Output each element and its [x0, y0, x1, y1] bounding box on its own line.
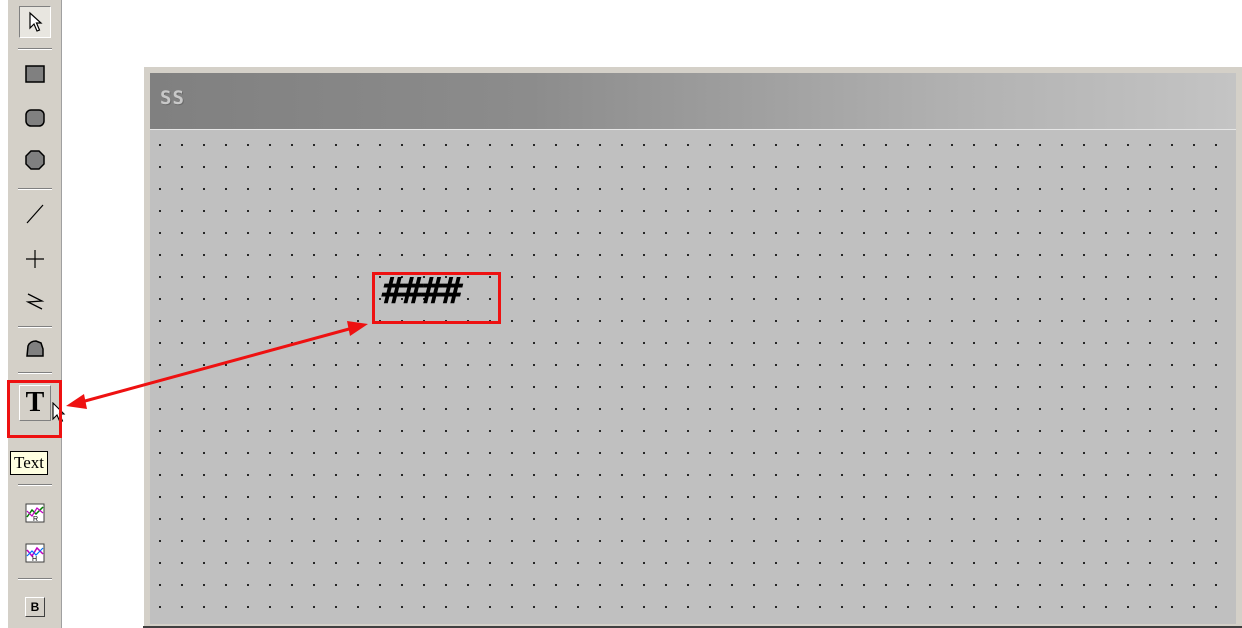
pointer-tool-button[interactable]	[19, 6, 51, 38]
toolbar-separator	[18, 484, 52, 486]
tool-palette: T R H B	[8, 0, 66, 628]
toolbar-separator	[18, 372, 52, 374]
trend-h-tool-button[interactable]: H	[19, 537, 51, 569]
toolbar-separator	[18, 326, 52, 328]
mouse-cursor-icon	[52, 401, 66, 428]
toolbar-separator	[18, 188, 52, 190]
text-tool-button[interactable]: T	[19, 385, 51, 421]
rectangle-icon	[24, 63, 46, 85]
svg-text:R: R	[33, 516, 38, 523]
trend-r-icon: R	[24, 502, 46, 524]
svg-text:H: H	[32, 556, 37, 563]
text-object[interactable]: ####	[382, 274, 463, 310]
rectangle-tool-button[interactable]	[19, 58, 51, 90]
drawing-canvas[interactable]: ####	[150, 129, 1236, 624]
drawing-window: SS ####	[143, 66, 1242, 628]
arrow-head-left	[66, 394, 87, 409]
polygon-tool-button[interactable]	[19, 332, 51, 364]
rounded-rectangle-icon	[24, 107, 46, 129]
rounded-rectangle-tool-button[interactable]	[19, 102, 51, 134]
window-titlebar[interactable]: SS	[150, 73, 1236, 129]
zigzag-line-icon	[24, 290, 46, 312]
plus-icon	[24, 248, 46, 270]
ellipse-icon	[24, 149, 46, 171]
text-t-icon: T	[25, 387, 45, 418]
toolbar-separator	[18, 48, 52, 50]
text-tool-tooltip: Text	[10, 451, 48, 475]
window-title: SS	[160, 87, 185, 109]
polygon-icon	[24, 337, 46, 359]
trend-r-tool-button[interactable]: R	[19, 497, 51, 529]
toolbar-separator	[18, 578, 52, 580]
button-tool-button[interactable]: B	[19, 591, 51, 623]
arrow-cursor-icon	[25, 11, 45, 33]
screen: T R H B Text SS ####	[0, 0, 1242, 628]
button-b-icon: B	[25, 597, 45, 617]
line-tool-button[interactable]	[19, 198, 51, 230]
ellipse-tool-button[interactable]	[19, 144, 51, 176]
zigzag-tool-button[interactable]	[19, 285, 51, 317]
line-icon	[24, 203, 46, 225]
cross-tool-button[interactable]	[19, 243, 51, 275]
trend-h-icon: H	[24, 542, 46, 564]
